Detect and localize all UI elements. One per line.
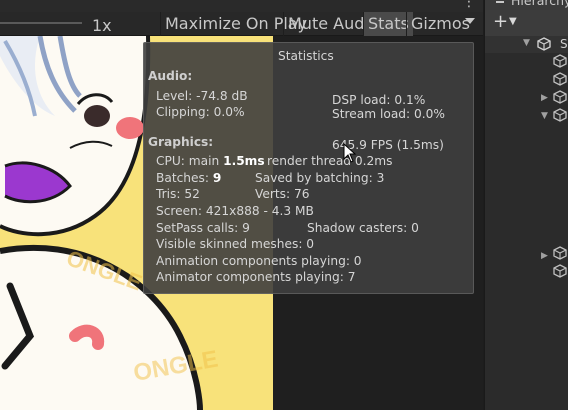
tris-count: Tris: 52 [156, 187, 200, 201]
mouse-pointer-icon [343, 143, 357, 163]
setpass-calls: SetPass calls: 9 [156, 221, 250, 235]
skinned-meshes: Visible skinned meshes: 0 [156, 237, 315, 251]
stream-load: Stream load: 0.0% [332, 107, 445, 121]
verts-count: Verts: 76 [255, 187, 310, 201]
triangle-right-icon[interactable]: ▶ [541, 251, 548, 261]
graphics-heading: Graphics: [148, 135, 214, 149]
cube-icon [553, 264, 567, 278]
kebab-menu-icon[interactable]: ⋮ [462, 0, 476, 10]
batches-value: 9 [212, 171, 222, 185]
scale-label: 1x [92, 16, 112, 35]
shadow-casters: Shadow casters: 0 [307, 221, 419, 235]
hierarchy-list[interactable]: ▼ ▶ ▼ ▶ [485, 36, 568, 410]
window-top-strip [0, 0, 483, 12]
batches-line: Batches: 9 [156, 171, 221, 185]
scene-label: Sa [560, 37, 568, 51]
saved-by-batching: Saved by batching: 3 [255, 171, 385, 185]
triangle-down-icon[interactable]: ▼ [541, 111, 548, 121]
triangle-down-icon[interactable]: ▼ [523, 38, 530, 48]
render-thread: render thread 0.2ms [267, 154, 393, 168]
cube-icon [553, 246, 567, 260]
cube-icon [553, 90, 567, 104]
dsp-load: DSP load: 0.1% [332, 93, 426, 107]
gizmos-button[interactable]: Gizmos [406, 12, 474, 36]
dropdown-arrow-icon[interactable]: ▼ [509, 16, 517, 27]
cube-icon [553, 108, 567, 122]
gizmos-dropdown-icon[interactable] [465, 18, 475, 24]
cpu-main-prefix: CPU: main [156, 154, 224, 168]
batches-prefix: Batches: [156, 171, 213, 185]
triangle-right-icon[interactable]: ▶ [541, 93, 548, 103]
animation-components: Animation components playing: 0 [156, 254, 362, 268]
cpu-main-line: CPU: main 1.5ms [156, 154, 265, 168]
screen-info: Screen: 421x888 - 4.3 MB [156, 204, 314, 218]
audio-heading: Audio: [148, 69, 193, 83]
audio-clipping: Clipping: 0.0% [156, 105, 245, 119]
cube-icon [553, 54, 567, 68]
cube-icon [553, 72, 567, 86]
hierarchy-list-icon [496, 1, 504, 3]
cpu-main-value: 1.5ms [223, 154, 265, 168]
scale-slider[interactable] [0, 22, 82, 24]
audio-level: Level: -74.8 dB [156, 89, 248, 103]
statistics-overlay: Statistics Audio: Level: -74.8 dB Clippi… [143, 42, 474, 294]
statistics-title: Statistics [278, 49, 334, 63]
hierarchy-panel: Hierarchy + ▼ ▼ ▶ ▼ ▶ [484, 0, 568, 410]
unity-scene-icon [537, 37, 551, 51]
animator-components: Animator components playing: 7 [156, 270, 356, 284]
plus-icon[interactable]: + [493, 10, 508, 34]
hierarchy-tab-label: Hierarchy [511, 0, 568, 8]
